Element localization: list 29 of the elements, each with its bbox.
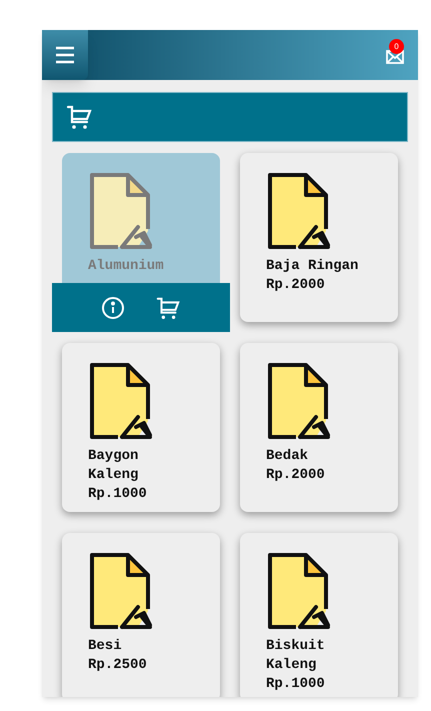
product-price: Rp.2500	[88, 656, 148, 675]
info-icon[interactable]	[101, 296, 125, 320]
document-icon	[266, 361, 332, 441]
mail-icon[interactable]	[386, 50, 404, 64]
product-name: Baygon Kaleng	[88, 447, 140, 485]
product-card[interactable]: Baja Ringan Rp.2000	[240, 153, 398, 322]
product-card[interactable]: Biskuit Kaleng Rp.1000	[240, 533, 398, 697]
menu-button[interactable]	[42, 30, 88, 80]
product-price: Rp.2000	[266, 466, 326, 485]
document-icon	[88, 361, 154, 441]
notification-badge: 0	[389, 39, 404, 54]
document-icon	[266, 171, 332, 251]
product-card[interactable]: Baygon Kaleng Rp.1000	[62, 343, 220, 512]
cart-icon[interactable]	[155, 294, 181, 320]
product-price: Rp.2000	[266, 276, 326, 295]
product-card[interactable]: Bedak Rp.2000	[240, 343, 398, 512]
cart-icon[interactable]	[65, 103, 93, 131]
document-icon	[88, 551, 154, 631]
document-icon	[88, 171, 154, 251]
product-card[interactable]: Besi Rp.2500	[62, 533, 220, 697]
product-name: Alumunium	[88, 257, 165, 276]
menu-icon	[55, 46, 75, 64]
product-price: Rp.1000	[88, 485, 148, 504]
document-icon	[266, 551, 332, 631]
product-name: Baja Ringan	[266, 257, 360, 276]
product-name: Besi	[88, 637, 123, 656]
product-name: Bedak	[266, 447, 310, 466]
product-name: Biskuit Kaleng	[266, 637, 326, 675]
product-price: Rp.1000	[266, 675, 326, 694]
